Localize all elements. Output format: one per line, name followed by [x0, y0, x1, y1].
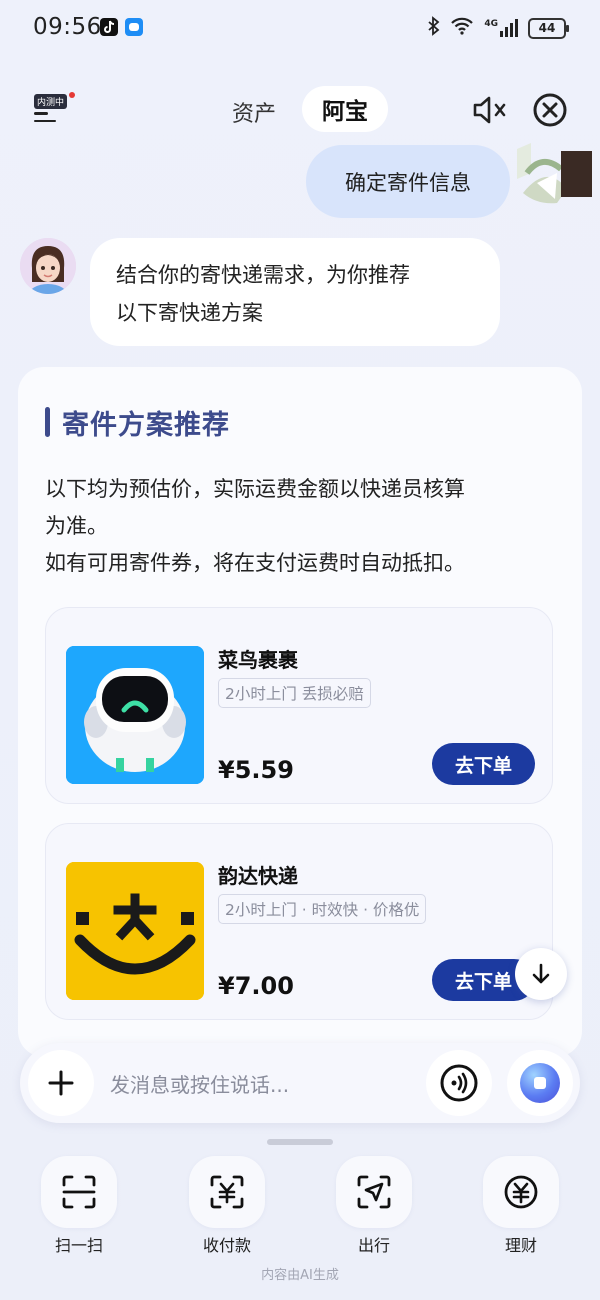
message-input-bar: 发消息或按住说话... [20, 1043, 580, 1123]
estimated-price: ¥7.00 [218, 972, 294, 1000]
status-icons: 4G 44 [428, 16, 569, 40]
finance-icon [504, 1175, 538, 1209]
yunda-logo-icon [66, 862, 204, 1000]
bluetooth-icon [428, 16, 440, 40]
voice-input-button[interactable] [426, 1050, 492, 1116]
card-description: 以下均为预估价，实际运费金额以快递员核算 为准。 如有可用寄件券，将在支付运费时… [45, 471, 565, 582]
ai-generated-note: 内容由AI生成 [261, 1268, 339, 1283]
quick-action-finance[interactable]: 理财 [483, 1156, 559, 1256]
menu-icon [34, 112, 56, 127]
description-line: 为准。 [45, 514, 108, 538]
cainiao-logo-icon [66, 646, 204, 784]
assistant-avatar [20, 238, 76, 294]
quick-action-payment[interactable]: 收付款 [189, 1156, 265, 1256]
courier-option-yunda[interactable]: 韵达快递 2小时上门 · 时效快 · 价格优 ¥7.00 去下单 [45, 823, 553, 1020]
quick-action-icon-box [336, 1156, 412, 1228]
tab-assets[interactable]: 资产 [232, 96, 276, 128]
courier-option-cainiao[interactable]: 菜鸟裹裹 2小时上门 丢损必赔 ¥5.59 去下单 [45, 607, 553, 804]
service-tags: 2小时上门 丢损必赔 [218, 678, 371, 708]
wifi-icon [450, 17, 474, 39]
status-time: 09:56 [33, 14, 102, 40]
plus-icon [48, 1070, 74, 1096]
place-order-button[interactable]: 去下单 [432, 743, 535, 785]
ai-orb-icon [520, 1063, 560, 1103]
voice-wave-icon [440, 1064, 478, 1102]
message-input[interactable]: 发消息或按住说话... [110, 1069, 289, 1098]
arrow-down-icon [532, 963, 550, 984]
mute-icon[interactable] [471, 92, 511, 128]
service-tags: 2小时上门 · 时效快 · 价格优 [218, 894, 427, 924]
drag-handle[interactable] [267, 1139, 333, 1145]
quick-action-label: 扫一扫 [54, 1236, 103, 1255]
estimated-price: ¥5.59 [218, 756, 294, 784]
battery-level: 44 [538, 21, 556, 35]
payment-icon [210, 1175, 244, 1209]
description-line: 以下均为预估价，实际运费金额以快递员核算 [45, 477, 465, 501]
tab-abao[interactable]: 阿宝 [302, 86, 388, 132]
app-notification-icon [125, 18, 143, 36]
assistant-message: 结合你的寄快递需求，为你推荐 以下寄快递方案 [90, 238, 500, 346]
quick-action-travel[interactable]: 出行 [336, 1156, 412, 1256]
assistant-message-line: 以下寄快递方案 [116, 301, 263, 325]
shipping-plan-card: 寄件方案推荐 以下均为预估价，实际运费金额以快递员核算 为准。 如有可用寄件券，… [18, 367, 582, 1057]
quick-action-label: 收付款 [202, 1236, 251, 1255]
quick-action-icon-box [41, 1156, 117, 1228]
user-message: 确定寄件信息 [306, 145, 510, 218]
beta-badge: 内测中 [34, 94, 68, 109]
notification-dot [69, 92, 75, 98]
tiktok-icon [100, 18, 118, 36]
signal-icon: 4G [484, 19, 518, 37]
network-label: 4G [484, 19, 498, 29]
quick-action-label: 出行 [357, 1236, 390, 1255]
battery-indicator: 44 [528, 17, 569, 39]
navigation-icon [357, 1175, 391, 1209]
user-avatar[interactable] [517, 143, 592, 205]
add-attachment-button[interactable] [28, 1050, 94, 1116]
quick-action-icon-box [189, 1156, 265, 1228]
scan-icon [62, 1175, 96, 1209]
quick-action-icon-box [483, 1156, 559, 1228]
assistant-message-line: 结合你的寄快递需求，为你推荐 [116, 263, 410, 287]
close-icon[interactable] [532, 92, 568, 128]
card-title: 寄件方案推荐 [62, 410, 230, 441]
courier-name: 菜鸟裹裹 [218, 648, 298, 672]
title-accent [45, 407, 50, 437]
quick-action-label: 理财 [504, 1236, 537, 1255]
scroll-down-button[interactable] [515, 948, 567, 1000]
description-line: 如有可用寄件券，将在支付运费时自动抵扣。 [45, 551, 465, 575]
quick-action-scan[interactable]: 扫一扫 [41, 1156, 117, 1256]
ai-stop-button[interactable] [507, 1050, 573, 1116]
menu-button[interactable]: 内测中 [34, 92, 75, 128]
courier-name: 韵达快递 [218, 864, 298, 888]
